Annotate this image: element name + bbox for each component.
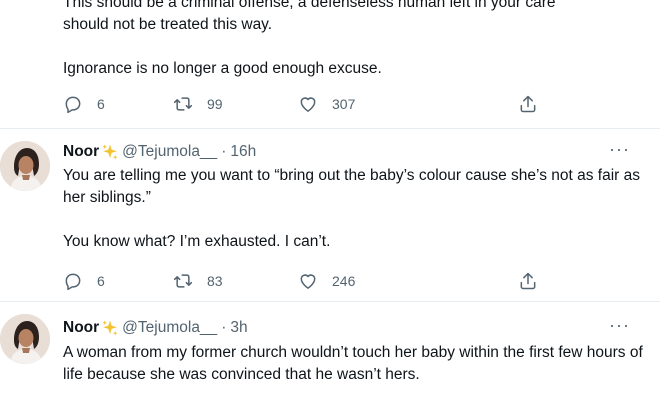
retweet-count: 99	[207, 96, 223, 112]
sparkles-emoji-icon	[102, 320, 118, 336]
tweet-text-line: This should be a criminal offense, a def…	[63, 0, 556, 11]
heart-icon	[300, 97, 316, 112]
heart-icon	[300, 274, 316, 289]
avatar[interactable]	[0, 314, 50, 364]
display-name[interactable]: Noor	[63, 319, 99, 337]
separator-dot: ·	[221, 143, 227, 160]
tweet-header: Noor @Tejumola__ · 16h	[63, 141, 256, 163]
tweet[interactable]: Noor @Tejumola__ · 16h ··· You are telli…	[0, 129, 660, 301]
tweet-text-paragraph: You are telling me you want to “bring ou…	[63, 167, 641, 206]
display-name[interactable]: Noor	[63, 143, 99, 161]
share-icon	[520, 95, 536, 113]
tweet-actions: 6 83 246	[63, 271, 603, 291]
retweet-button[interactable]: 83	[173, 271, 223, 291]
separator-dot: ·	[221, 319, 227, 336]
tweet-text-paragraph: You know what? I’m exhausted. I can’t.	[63, 233, 331, 250]
reply-count: 6	[97, 273, 105, 289]
reply-icon	[65, 96, 81, 114]
share-icon	[520, 272, 536, 290]
reply-count: 6	[97, 96, 105, 112]
timestamp[interactable]: 3h	[230, 319, 247, 337]
reply-button[interactable]: 6	[63, 271, 105, 291]
avatar[interactable]	[0, 141, 50, 191]
retweet-button[interactable]: 99	[173, 94, 223, 114]
like-button[interactable]: 307	[298, 94, 355, 114]
tweet-actions: 6 99 307	[63, 94, 603, 114]
reply-button[interactable]: 6	[63, 94, 105, 114]
tweet-text-line: should not be treated this way.	[63, 16, 273, 33]
more-options-button[interactable]: ···	[609, 315, 630, 336]
reply-icon	[65, 273, 81, 291]
more-options-button[interactable]: ···	[609, 139, 630, 160]
share-button[interactable]	[518, 94, 552, 114]
sparkles-emoji-icon	[102, 144, 118, 160]
avatar-image	[0, 141, 50, 191]
tweet-text: A woman from my former church wouldn’t t…	[63, 342, 643, 386]
like-count: 246	[332, 273, 356, 289]
tweet[interactable]: Noor @Tejumola__ · 3h ··· A woman from m…	[0, 302, 660, 400]
share-button[interactable]	[518, 271, 552, 291]
tweet-text: This should be a criminal offense, a def…	[63, 0, 643, 80]
like-button[interactable]: 246	[298, 271, 355, 291]
tweet-text-line: Ignorance is no longer a good enough exc…	[63, 60, 382, 77]
avatar-image	[0, 314, 50, 364]
retweet-count: 83	[207, 273, 223, 289]
tweet-header: Noor @Tejumola__ · 3h	[63, 317, 248, 339]
tweet-text: You are telling me you want to “bring ou…	[63, 165, 643, 253]
retweet-icon	[173, 97, 193, 111]
timestamp[interactable]: 16h	[230, 143, 256, 161]
user-handle[interactable]: @Tejumola__	[122, 319, 217, 337]
tweet[interactable]: This should be a criminal offense, a def…	[0, 0, 660, 130]
retweet-icon	[173, 274, 193, 288]
tweet-feed: This should be a criminal offense, a def…	[0, 0, 660, 400]
tweet-text-paragraph: A woman from my former church wouldn’t t…	[63, 344, 643, 383]
like-count: 307	[332, 96, 356, 112]
user-handle[interactable]: @Tejumola__	[122, 143, 217, 161]
